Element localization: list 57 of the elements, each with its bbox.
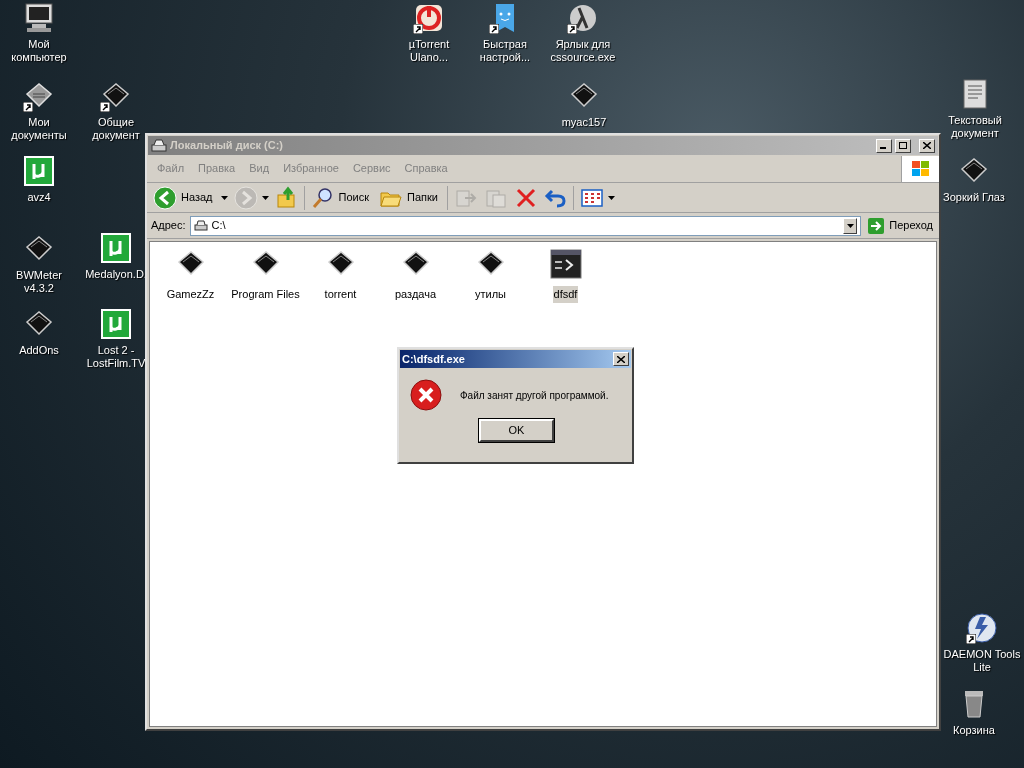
desktop-icon-label[interactable]: µTorrent Ulano... — [391, 38, 467, 64]
desktop-icon-label[interactable]: BWMeter v4.3.2 — [1, 269, 77, 295]
windows-logo-icon — [911, 160, 930, 177]
error-message: Файл занят другой программой. — [460, 388, 609, 403]
caret-icon — [220, 195, 228, 200]
toolbar-button[interactable]: Поиск — [307, 184, 376, 211]
address-field[interactable]: C:\ — [189, 215, 862, 236]
toolbar-button[interactable]: Назад — [150, 184, 231, 211]
file-name[interactable]: раздача — [393, 286, 438, 303]
power-app-icon — [413, 2, 445, 34]
close-button[interactable] — [613, 352, 629, 366]
desktop-icon-label[interactable]: Ярлык для cssource.exe — [545, 38, 621, 64]
desktop-icon-label[interactable]: Medalyon.D. — [85, 268, 147, 281]
file-name[interactable]: утилы — [474, 286, 507, 303]
desktop-icon-label[interactable]: Общие документ — [87, 116, 145, 142]
address-label: Адрес: — [151, 218, 186, 234]
maximize-button[interactable] — [895, 138, 911, 153]
desktop-icon-label[interactable]: Зоркий Глаз — [943, 191, 1005, 204]
desktop-icon-label[interactable]: AddOns — [19, 344, 59, 357]
desktop-icon-label[interactable]: Мои документы — [1, 116, 77, 142]
mu-app-icon — [100, 308, 132, 340]
close-icon — [923, 142, 931, 149]
window-title: Локальный диск (C:) — [170, 138, 285, 154]
desktop-icon-label[interactable]: Быстрая настрой... — [467, 38, 543, 64]
mu-app-icon — [100, 232, 132, 264]
mu-app-icon — [23, 155, 55, 187]
go-button[interactable]: Переход — [865, 216, 935, 235]
desktop-icon-label[interactable]: DAEMON Tools Lite — [940, 648, 1024, 674]
error-icon — [410, 379, 442, 411]
desktop-icon-label[interactable]: Мой компьютер — [1, 38, 77, 64]
ok-button[interactable]: OK — [479, 419, 554, 442]
console-app-icon — [549, 248, 582, 280]
computer-icon — [23, 2, 55, 34]
search-icon — [310, 185, 335, 210]
caret-icon — [846, 223, 854, 228]
dialog-title: C:\dfsdf.exe — [402, 351, 466, 367]
desktop-icon-label[interactable]: avz4 — [27, 191, 51, 204]
minimize-button[interactable] — [876, 138, 892, 153]
drive-icon — [151, 138, 167, 153]
caret-icon — [261, 195, 269, 200]
dropdown-button[interactable] — [843, 217, 858, 234]
desktop-icon-label[interactable]: myac157 — [561, 116, 607, 129]
desktop-icon-label[interactable]: Текстовый документ — [937, 114, 1013, 140]
desktop-icon-label[interactable]: Корзина — [953, 724, 995, 737]
round-app-icon — [567, 2, 599, 34]
lightning-icon — [966, 612, 998, 644]
desktop-icon-label[interactable]: Lost 2 - LostFilm.TV — [86, 344, 146, 370]
drive-icon — [193, 219, 208, 232]
maximize-icon — [899, 142, 907, 149]
close-icon — [617, 355, 625, 363]
caret-icon — [607, 195, 615, 200]
file-name[interactable]: Program Files — [230, 286, 301, 303]
file-name[interactable]: torrent — [323, 286, 358, 303]
file-name[interactable]: GamezZz — [165, 286, 216, 303]
file-name[interactable]: dfsdf — [552, 286, 579, 303]
close-button[interactable] — [919, 138, 935, 153]
toolbar-button[interactable]: Папки — [376, 184, 445, 211]
